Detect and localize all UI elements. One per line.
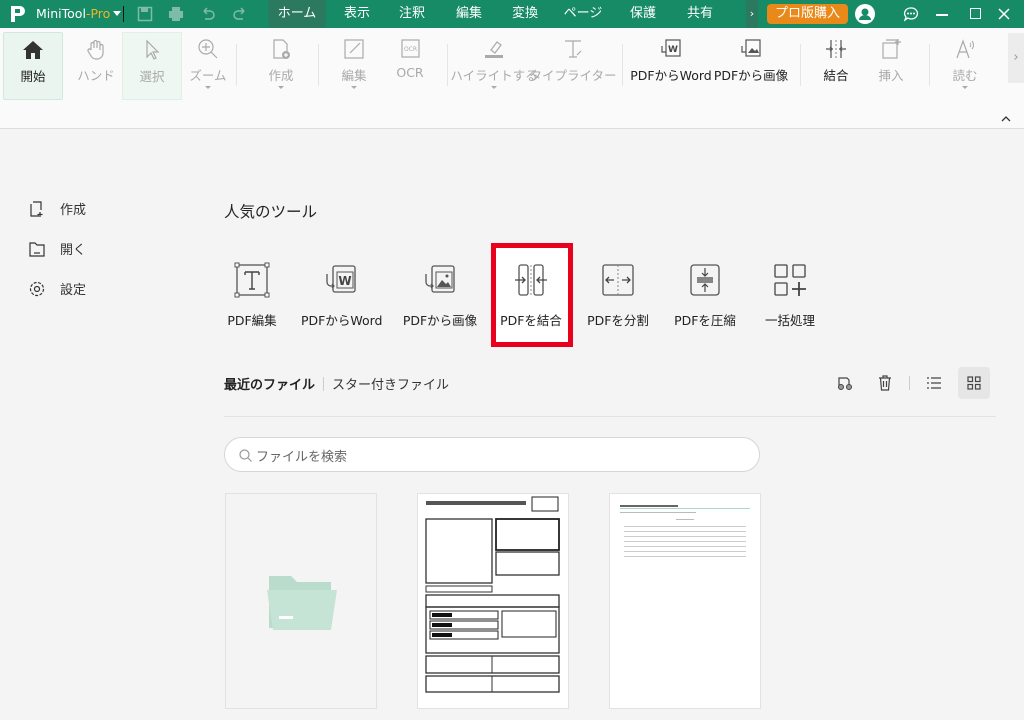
highlighter-icon	[485, 41, 503, 58]
recent-file-thumbnail[interactable]	[417, 493, 569, 709]
svg-text:W: W	[338, 274, 351, 288]
divider	[224, 416, 996, 417]
zoom-button[interactable]: ズーム	[178, 32, 238, 100]
read-aloud-button[interactable]: 読む	[935, 32, 995, 100]
pdf-to-word-button[interactable]: W PDFからWord	[630, 32, 712, 100]
pdf-to-image-icon	[741, 39, 761, 57]
svg-text:W: W	[668, 45, 678, 55]
buy-pro-button[interactable]: プロ版購入	[767, 4, 848, 24]
pdf-to-word-icon: W	[661, 39, 681, 57]
pdf-to-image-button[interactable]: PDFから画像	[711, 32, 791, 100]
text-edit-icon	[234, 262, 270, 298]
compress-icon	[690, 264, 720, 296]
undo-icon[interactable]	[200, 6, 216, 22]
new-file-icon	[273, 39, 290, 59]
start-button[interactable]: 開始	[3, 32, 63, 100]
insert-button[interactable]: 挿入	[861, 32, 921, 100]
save-icon[interactable]	[137, 6, 153, 22]
grid-view-icon	[967, 376, 981, 390]
tool-batch-process[interactable]: 一括処理	[750, 262, 830, 329]
tool-pdf-edit[interactable]: PDF編集	[212, 262, 292, 329]
typewriter-button[interactable]: タイプライター	[529, 32, 617, 100]
ocr-icon: OCR	[401, 39, 420, 58]
title-bar: MiniTool-Pro ホーム 表示 注釈 編集 変換 ページ 保護 共有 ›…	[0, 0, 1024, 28]
merge-icon	[826, 40, 846, 58]
hand-button[interactable]: ハンド	[66, 32, 126, 100]
create-button[interactable]: 作成	[251, 32, 311, 100]
folder-icon	[267, 576, 337, 630]
glasses-icon[interactable]	[837, 375, 853, 391]
app-menu-caret-icon[interactable]	[113, 11, 121, 16]
tab-convert[interactable]: 変換	[503, 0, 547, 28]
collapse-ribbon-icon[interactable]	[1000, 114, 1012, 122]
minimize-button[interactable]	[936, 14, 948, 16]
edit-icon	[344, 39, 364, 59]
document-thumbnail-image	[620, 505, 750, 557]
tab-page[interactable]: ページ	[555, 0, 612, 28]
pdf-to-word-icon: W	[326, 265, 356, 293]
new-file-icon	[30, 200, 43, 217]
feedback-chat-icon[interactable]	[903, 6, 919, 22]
pdf-to-image-icon	[425, 265, 455, 293]
tab-annotate[interactable]: 注釈	[390, 0, 434, 28]
tool-pdf-split[interactable]: PDFを分割	[578, 262, 658, 329]
svg-text:OCR: OCR	[404, 46, 417, 53]
tab-protect[interactable]: 保護	[621, 0, 665, 28]
tab-home[interactable]: ホーム	[268, 0, 326, 28]
close-button[interactable]	[996, 6, 1012, 22]
sidebar-item-create[interactable]: 作成	[28, 199, 86, 218]
insert-page-icon	[882, 39, 901, 59]
home-icon	[23, 41, 43, 59]
recent-file-thumbnail[interactable]	[609, 493, 761, 709]
list-view-icon[interactable]	[926, 375, 942, 391]
open-file-card[interactable]	[225, 493, 377, 709]
batch-grid-icon	[774, 264, 806, 296]
tabs-scroll-right-icon[interactable]: ›	[746, 0, 758, 28]
ribbon-toolbar: 開始 ハンド 選択 ズーム 作成 編集 OCR OCR ハイライトする タイプライ…	[0, 28, 1024, 129]
tool-pdf-to-word[interactable]: W PDFからWord	[301, 262, 382, 329]
merge-icon	[515, 264, 547, 296]
cursor-icon	[146, 39, 160, 60]
sidebar-item-settings[interactable]: 設定	[28, 279, 86, 298]
search-icon	[239, 449, 252, 462]
app-name: MiniTool-Pro	[36, 6, 111, 21]
tab-share[interactable]: 共有	[678, 0, 722, 28]
merge-button[interactable]: 結合	[806, 32, 866, 100]
hand-icon	[87, 39, 104, 60]
tool-pdf-compress[interactable]: PDFを圧縮	[665, 262, 745, 329]
tool-pdf-merge[interactable]: PDFを結合	[491, 262, 571, 329]
read-aloud-icon	[956, 39, 974, 59]
trash-icon[interactable]	[877, 375, 893, 391]
edit-button[interactable]: 編集	[324, 32, 384, 100]
maximize-button[interactable]	[970, 8, 981, 19]
tab-recent-files[interactable]: 最近のファイル	[224, 374, 315, 393]
tab-starred-files[interactable]: スター付きファイル	[332, 374, 449, 393]
gear-icon	[29, 281, 45, 296]
print-icon[interactable]	[168, 6, 184, 22]
tab-edit[interactable]: 編集	[447, 0, 491, 28]
highlight-button[interactable]: ハイライトする	[450, 32, 538, 100]
popular-tools-title: 人気のツール	[224, 203, 318, 221]
split-icon	[602, 264, 634, 296]
grid-view-button[interactable]	[958, 367, 990, 399]
avatar[interactable]	[855, 4, 875, 24]
app-logo-icon	[11, 6, 25, 22]
ocr-button[interactable]: OCR OCR	[380, 32, 440, 100]
recent-files-tabs: 最近のファイル スター付きファイル	[224, 374, 449, 393]
select-button[interactable]: 選択	[122, 32, 182, 100]
zoom-in-icon	[198, 39, 218, 59]
toolbar-scroll-right-button[interactable]: ›	[1008, 33, 1024, 83]
file-search-input[interactable]: ファイルを検索	[224, 437, 760, 472]
folder-icon	[29, 241, 45, 257]
typewriter-icon	[565, 40, 582, 58]
document-thumbnail-image	[425, 496, 560, 693]
tool-pdf-to-image[interactable]: PDFから画像	[400, 262, 480, 329]
redo-icon[interactable]	[232, 6, 248, 22]
sidebar-item-open[interactable]: 開く	[28, 239, 86, 258]
tab-view[interactable]: 表示	[335, 0, 379, 28]
